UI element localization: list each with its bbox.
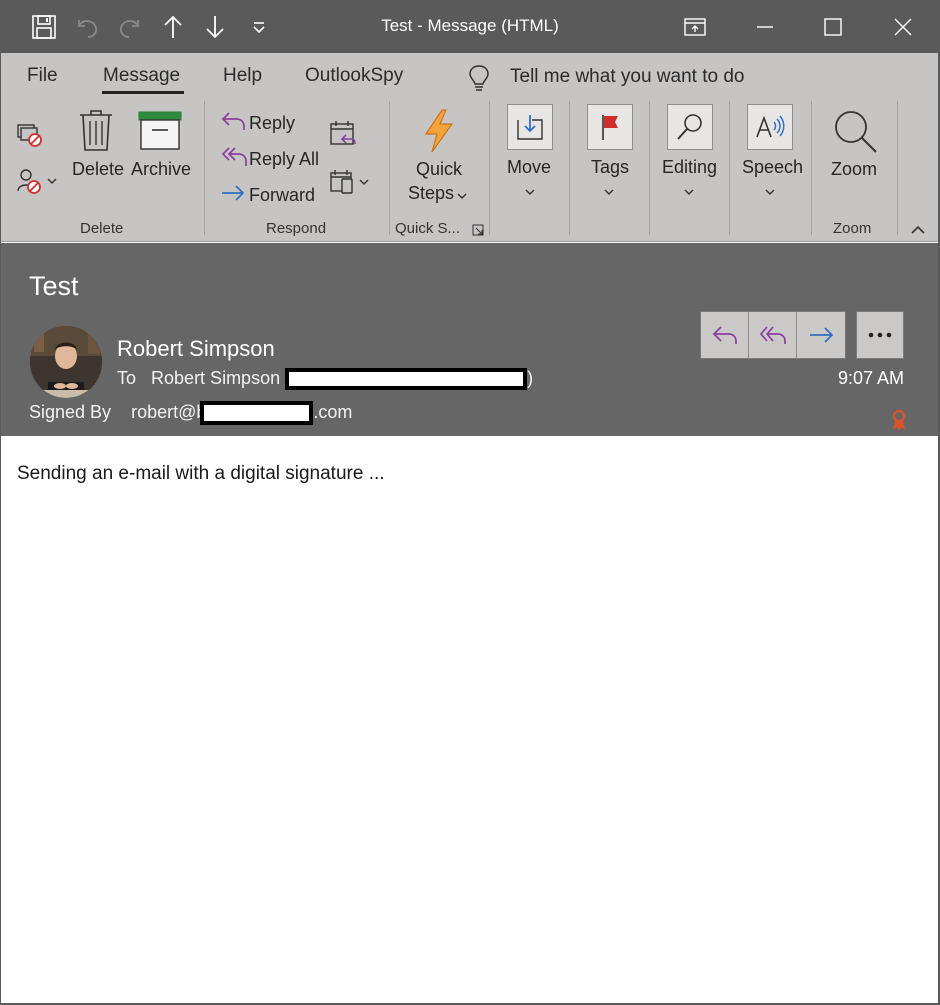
next-item-icon[interactable] (200, 12, 230, 42)
delete-button[interactable]: Delete (72, 159, 124, 180)
tab-file[interactable]: File (27, 65, 58, 87)
move-button[interactable]: Move (507, 157, 551, 178)
group-divider (389, 101, 390, 235)
ignore-icon[interactable] (16, 121, 46, 154)
group-divider (897, 101, 898, 235)
signed-by-line: Signed By robert@b .com (29, 401, 352, 425)
inline-forward-button[interactable] (797, 312, 845, 358)
message-header: Test Robert Simpson To Robert Simpson ()… (0, 243, 940, 436)
forward-icon (810, 327, 834, 343)
signer-address-start: robert@b (131, 401, 207, 422)
previous-item-icon[interactable] (158, 12, 188, 42)
flag-icon[interactable] (587, 104, 633, 150)
tell-me-search[interactable]: Tell me what you want to do (510, 66, 744, 88)
speech-button[interactable]: Speech (742, 157, 803, 178)
tab-message[interactable]: Message (103, 65, 180, 87)
undo-icon[interactable] (72, 12, 102, 42)
chevron-down-icon (683, 184, 695, 202)
quick-steps-button[interactable]: Quick (416, 159, 462, 180)
tags-button[interactable]: Tags (591, 157, 629, 178)
avatar[interactable] (30, 326, 102, 398)
group-divider (204, 101, 205, 235)
redo-icon[interactable] (115, 12, 145, 42)
inline-response-buttons (700, 311, 846, 359)
reply-all-button[interactable]: Reply All (249, 149, 319, 170)
maximize-icon[interactable] (810, 0, 856, 53)
received-time: 9:07 AM (837, 368, 904, 388)
delete-group-label: Delete (80, 220, 124, 237)
zoom-icon[interactable] (832, 108, 878, 159)
customize-toolbar-icon[interactable] (244, 12, 274, 42)
redacted-email (285, 368, 528, 391)
quick-steps-icon[interactable] (420, 108, 456, 159)
junk-icon[interactable] (16, 167, 60, 200)
more-respond-icon[interactable] (328, 167, 372, 202)
recipient-name[interactable]: Robert Simpson ( (151, 368, 291, 388)
message-subject: Test (29, 271, 79, 301)
quick-steps-group-label: Quick S... (395, 220, 461, 237)
to-label: To (117, 368, 137, 388)
zoom-button[interactable]: Zoom (831, 159, 877, 180)
reply-button[interactable]: Reply (249, 113, 295, 134)
sender-name[interactable]: Robert Simpson (117, 336, 275, 362)
ribbon-display-options-icon[interactable] (672, 0, 718, 53)
active-tab-indicator (102, 91, 184, 94)
chevron-down-icon (603, 184, 615, 202)
window-frame-left (0, 53, 1, 1005)
redacted-domain (200, 401, 314, 425)
group-divider (569, 101, 570, 235)
respond-group-label: Respond (266, 220, 327, 237)
more-actions-button[interactable] (856, 311, 904, 359)
editing-button[interactable]: Editing (662, 157, 717, 178)
title-bar: Test - Message (HTML) (0, 0, 940, 53)
group-divider (489, 101, 490, 235)
close-icon[interactable] (880, 0, 926, 53)
quick-steps-button-line2[interactable]: Steps (408, 183, 454, 204)
find-icon[interactable] (667, 104, 713, 150)
group-divider (649, 101, 650, 235)
reply-all-icon (220, 145, 248, 174)
meeting-reply-icon[interactable] (328, 119, 358, 154)
minimize-icon[interactable] (742, 0, 788, 53)
chevron-down-icon (456, 188, 468, 206)
chevron-down-icon (764, 184, 776, 202)
collapse-ribbon-icon[interactable] (910, 223, 926, 241)
archive-icon[interactable] (138, 111, 182, 156)
recipient-close-paren: ) (527, 368, 534, 388)
tab-help[interactable]: Help (223, 65, 262, 87)
zoom-group-label: Zoom (833, 220, 872, 237)
message-body-text: Sending an e-mail with a digital signatu… (17, 463, 385, 484)
save-icon[interactable] (29, 12, 59, 42)
digital-signature-icon[interactable] (890, 409, 908, 438)
group-divider (729, 101, 730, 235)
read-aloud-icon[interactable] (747, 104, 793, 150)
signed-by-label: Signed By (29, 401, 112, 422)
forward-button[interactable]: Forward (249, 185, 315, 206)
reply-all-icon (759, 326, 786, 344)
message-body[interactable]: Sending an e-mail with a digital signatu… (1, 436, 938, 1004)
archive-button[interactable]: Archive (131, 159, 191, 180)
move-icon[interactable] (507, 104, 553, 150)
tab-outlookspy[interactable]: OutlookSpy (305, 65, 403, 87)
reply-icon (712, 326, 737, 344)
chevron-down-icon (524, 184, 536, 202)
recipient-line: To Robert Simpson () (117, 368, 534, 391)
inline-reply-button[interactable] (701, 312, 749, 358)
group-divider (811, 101, 812, 235)
ellipsis-icon (868, 332, 892, 338)
ribbon: File Message Help OutlookSpy Tell me wha… (0, 53, 940, 242)
forward-icon (220, 183, 246, 208)
signer-address-end: .com (313, 401, 353, 422)
lightbulb-icon (466, 63, 492, 98)
reply-icon (220, 110, 246, 137)
inline-reply-all-button[interactable] (749, 312, 797, 358)
dialog-launcher-icon[interactable] (472, 223, 484, 241)
delete-icon[interactable] (78, 108, 114, 157)
